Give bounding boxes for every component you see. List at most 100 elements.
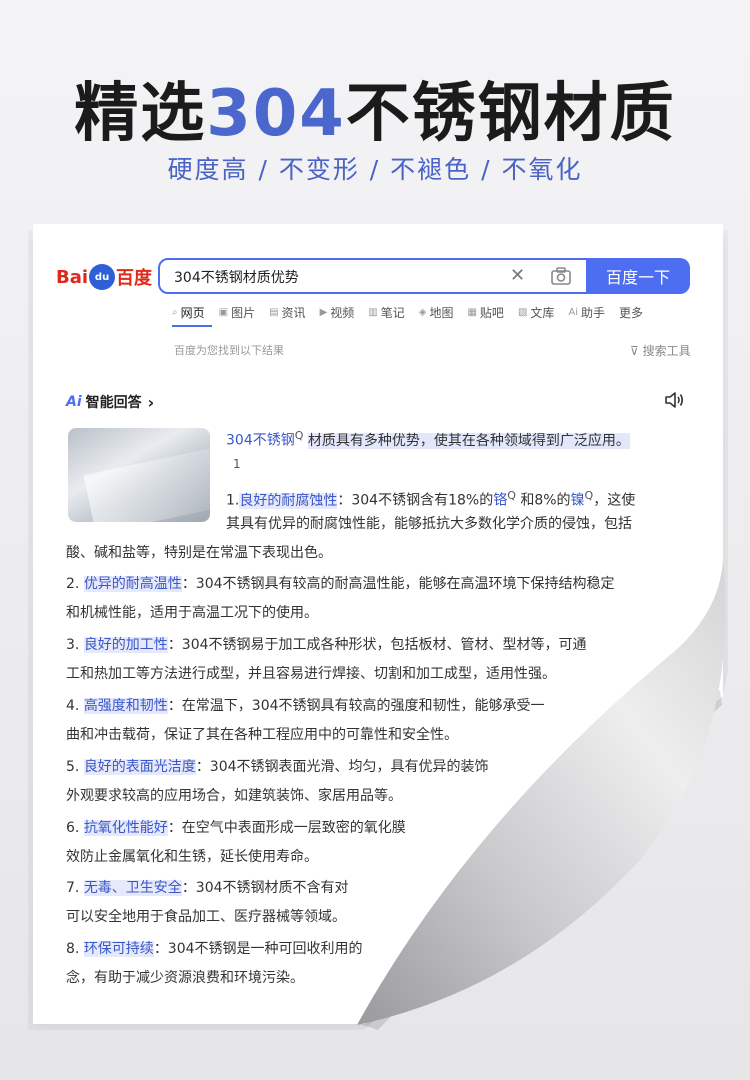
tab-label: 地图 bbox=[429, 306, 454, 320]
search-button[interactable]: 百度一下 bbox=[586, 258, 690, 294]
tab-label: 更多 bbox=[619, 306, 644, 320]
item-text: ：在空气中表面形成一层致密的氧化膜 bbox=[167, 820, 406, 836]
active-tab-indicator bbox=[172, 325, 212, 327]
image-icon: ▣ bbox=[218, 307, 229, 318]
ai-intro: 304不锈钢Q 材质具有多种优势，使其在各种领域得到广泛应用。 bbox=[226, 425, 678, 452]
item-number: 6. bbox=[66, 820, 80, 836]
list-item-line: 酸、碱和盐等，特别是在常温下表现出色。 bbox=[66, 545, 332, 561]
intro-link[interactable]: 304不锈钢 bbox=[226, 433, 295, 449]
item-number: 1. bbox=[226, 492, 240, 509]
doc-icon: ▧ bbox=[517, 307, 528, 318]
list-item-line: 外观要求较高的应用场合，如建筑装饰、家居用品等。 bbox=[66, 788, 402, 804]
list-item: 2. 优异的耐高温性：304不锈钢具有较高的耐高温性能，能够在高温环境下保持结构… bbox=[66, 570, 615, 599]
item-text: ，这使 bbox=[593, 492, 636, 509]
video-icon: ▶ bbox=[319, 307, 328, 318]
item-number: 7. bbox=[66, 880, 80, 896]
tab-wenku[interactable]: ▧ 文库 bbox=[518, 304, 554, 321]
item-text: ：304不锈钢含有18%的 bbox=[337, 492, 494, 509]
item-label: 良好的加工性 bbox=[83, 637, 168, 653]
item-number: 8. bbox=[66, 941, 80, 957]
tab-label: 笔记 bbox=[380, 306, 405, 320]
tab-news[interactable]: ▤ 资讯 bbox=[269, 304, 305, 321]
tab-label: 文库 bbox=[530, 306, 555, 320]
list-item-line: 其具有优异的耐腐蚀性能，能够抵抗大多数化学介质的侵蚀，包括 bbox=[226, 516, 632, 532]
logo-text-cn: 百度 bbox=[116, 268, 153, 289]
item-number: 4. bbox=[66, 698, 80, 714]
headline-text: 精选 bbox=[74, 77, 207, 151]
item-text: ：304不锈钢易于加工成各种形状，包括板材、管材、型材等，可通 bbox=[167, 637, 587, 653]
headline-text-2: 不锈钢材质 bbox=[345, 77, 676, 151]
tieba-icon: ▦ bbox=[467, 307, 477, 318]
tab-tieba[interactable]: ▦ 贴吧 bbox=[467, 304, 503, 321]
list-item: 3. 良好的加工性：304不锈钢易于加工成各种形状，包括板材、管材、型材等，可通 bbox=[66, 631, 587, 660]
item-label: 抗氧化性能好 bbox=[83, 820, 168, 836]
list-item: 8. 环保可持续：304不锈钢是一种可回收利用的 bbox=[66, 935, 363, 964]
ai-icon: Ai bbox=[66, 394, 82, 410]
search-icon[interactable]: Q bbox=[507, 489, 516, 502]
search-query[interactable]: 304不锈钢材质优势 bbox=[174, 267, 299, 287]
list-item-line: 和机械性能，适用于高温工况下的使用。 bbox=[66, 605, 318, 621]
notes-icon: ▥ bbox=[368, 307, 378, 318]
item-label: 无毒、卫生安全 bbox=[83, 880, 182, 896]
headline-accent: 304 bbox=[206, 77, 346, 151]
item-text: ：304不锈钢具有较高的耐高温性能，能够在高温环境下保持结构稳定 bbox=[181, 576, 615, 592]
item-number: 2. bbox=[66, 576, 80, 592]
list-item-line: 效防止金属氧化和生锈，延长使用寿命。 bbox=[66, 849, 318, 865]
list-item: 7. 无毒、卫生安全：304不锈钢材质不含有对 bbox=[66, 874, 349, 903]
map-icon: ◈ bbox=[418, 307, 427, 318]
item-label: 良好的耐腐蚀性 bbox=[239, 492, 338, 509]
filter-icon: ⊽ bbox=[630, 344, 643, 358]
item-label: 优异的耐高温性 bbox=[83, 576, 182, 592]
clear-icon[interactable]: ✕ bbox=[510, 265, 525, 286]
steel-sheet-image[interactable] bbox=[68, 428, 210, 522]
item-text: ：304不锈钢材质不含有对 bbox=[181, 880, 349, 896]
camera-icon[interactable] bbox=[550, 266, 572, 286]
tab-label: 网页 bbox=[180, 306, 205, 320]
tab-video[interactable]: ▶ 视频 bbox=[320, 304, 355, 321]
item-number: 5. bbox=[66, 759, 80, 775]
search-input[interactable]: 304不锈钢材质优势 ✕ 百度一下 bbox=[158, 258, 690, 294]
tab-web[interactable]: ⌕ 网页 bbox=[172, 304, 205, 321]
chevron-right-icon: › bbox=[147, 392, 155, 412]
news-icon: ▤ bbox=[269, 307, 279, 318]
tab-map[interactable]: ◈ 地图 bbox=[419, 304, 454, 321]
item-label: 高强度和韧性 bbox=[83, 698, 168, 714]
search-icon[interactable]: Q bbox=[585, 489, 594, 502]
list-item-line: 工和热加工等方法进行成型，并且容易进行焊接、切割和加工成型，适用性强。 bbox=[66, 666, 556, 682]
paw-icon: du bbox=[89, 264, 116, 290]
tools-label: 搜索工具 bbox=[642, 344, 691, 358]
search-tools[interactable]: ⊽ 搜索工具 bbox=[630, 342, 691, 359]
item-label: 良好的表面光洁度 bbox=[83, 759, 196, 775]
tab-assistant[interactable]: Ai 助手 bbox=[568, 304, 605, 321]
item-text: 和8%的 bbox=[515, 492, 571, 509]
list-item: 6. 抗氧化性能好：在空气中表面形成一层致密的氧化膜 bbox=[66, 814, 406, 843]
tab-label: 资讯 bbox=[281, 306, 306, 320]
list-item-line: 曲和冲击载荷，保证了其在各种工程应用中的可靠性和安全性。 bbox=[66, 727, 458, 743]
tab-more[interactable]: 更多 bbox=[619, 304, 643, 321]
tab-label: 贴吧 bbox=[479, 306, 504, 320]
item-text: ：304不锈钢表面光滑、均匀，具有优异的装饰 bbox=[195, 759, 489, 775]
speaker-icon[interactable] bbox=[664, 391, 684, 409]
page-subline: 硬度高 / 不变形 / 不褪色 / 不氧化 bbox=[167, 155, 583, 184]
search-icon[interactable]: Q bbox=[295, 429, 304, 442]
item-link[interactable]: 铬 bbox=[493, 493, 507, 509]
item-text: ：在常温下，304不锈钢具有较高的强度和韧性，能够承受一 bbox=[167, 698, 545, 714]
intro-text: 材质具有多种优势，使其在各种领域得到广泛应用。 bbox=[307, 432, 630, 449]
tab-label: 助手 bbox=[581, 306, 606, 320]
page-headline: 精选304不锈钢材质 bbox=[0, 62, 750, 154]
item-number: 3. bbox=[66, 637, 80, 653]
tab-notes[interactable]: ▥ 笔记 bbox=[368, 304, 404, 321]
ai-answer-title[interactable]: Ai 智能回答 › bbox=[66, 392, 154, 412]
baidu-logo[interactable]: Bai du 百度 bbox=[56, 262, 152, 292]
list-item: 4. 高强度和韧性：在常温下，304不锈钢具有较高的强度和韧性，能够承受一 bbox=[66, 692, 545, 721]
ai-icon: Ai bbox=[568, 307, 579, 318]
tab-images[interactable]: ▣ 图片 bbox=[219, 304, 255, 321]
list-item: 5. 良好的表面光洁度：304不锈钢表面光滑、均匀，具有优异的装饰 bbox=[66, 753, 489, 782]
item-label: 环保可持续 bbox=[83, 941, 154, 957]
tab-label: 视频 bbox=[330, 306, 355, 320]
item-link[interactable]: 镍 bbox=[571, 493, 585, 509]
reference-number[interactable]: 1 bbox=[233, 457, 241, 471]
list-item-line: 念，有助于减少资源浪费和环境污染。 bbox=[66, 970, 304, 986]
tab-label: 图片 bbox=[231, 306, 256, 320]
ai-title-text: 智能回答 bbox=[85, 395, 142, 411]
